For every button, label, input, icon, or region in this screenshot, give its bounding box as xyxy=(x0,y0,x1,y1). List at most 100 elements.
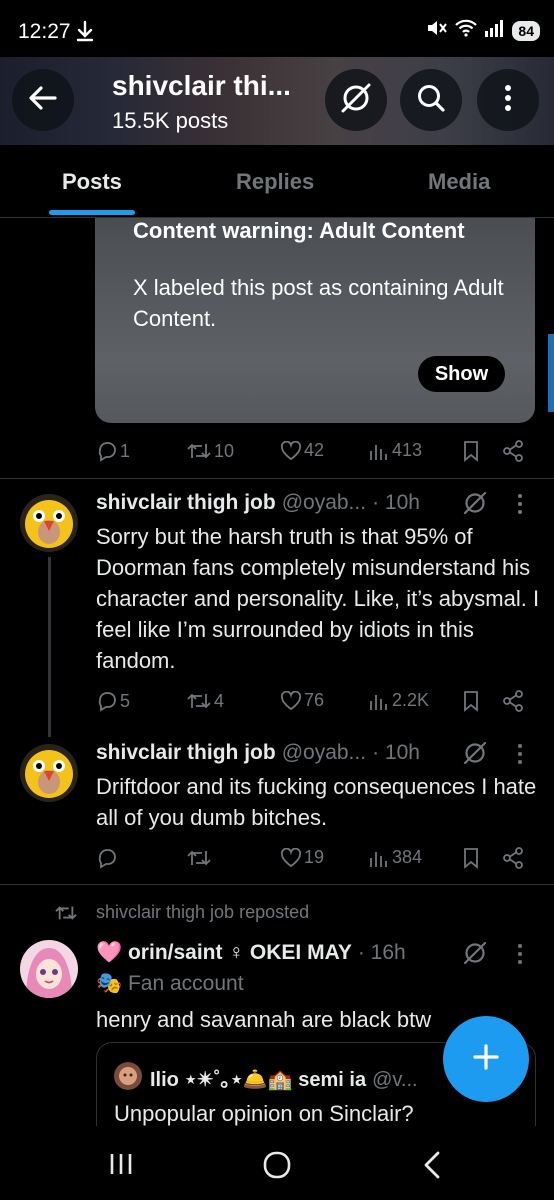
share-icon xyxy=(502,847,524,873)
fan-account-badge: 🎭 Fan account xyxy=(96,972,244,995)
reply-button[interactable] xyxy=(96,847,118,869)
repost-button[interactable] xyxy=(186,847,212,869)
repost-indicator-icon xyxy=(54,903,78,928)
battery-badge: 84 xyxy=(512,20,540,41)
back-button[interactable] xyxy=(12,69,74,131)
wifi-icon xyxy=(454,18,478,43)
vertical-dots-icon xyxy=(504,84,512,117)
active-tab-indicator xyxy=(49,210,135,215)
share-icon xyxy=(502,690,524,716)
bookmark-button[interactable] xyxy=(462,440,480,467)
grok-icon[interactable] xyxy=(462,940,488,971)
views-count: 384 xyxy=(392,847,423,867)
share-button[interactable] xyxy=(502,690,524,717)
bookmark-button[interactable] xyxy=(462,847,480,874)
search-button[interactable] xyxy=(400,69,462,131)
status-bar: 12:27 84 xyxy=(0,0,554,60)
plus-icon xyxy=(471,1042,501,1077)
repost-icon xyxy=(186,690,212,712)
scroll-indicator[interactable] xyxy=(548,334,554,412)
post-count: 15.5K posts xyxy=(112,108,229,133)
status-time: 12:27 xyxy=(18,20,71,43)
tab-posts[interactable]: Posts xyxy=(62,169,122,195)
repost-button[interactable]: 10 xyxy=(186,440,234,462)
share-button[interactable] xyxy=(502,440,524,467)
quote-text: Unpopular opinion on Sinclair? xyxy=(114,1101,414,1126)
post-text: Sorry but the harsh truth is that 95% of… xyxy=(96,524,540,673)
compose-button[interactable] xyxy=(443,1016,529,1102)
back-arrow-icon xyxy=(28,85,58,116)
bookmark-icon xyxy=(462,441,480,466)
post-time: · 10h xyxy=(372,741,420,764)
avatar[interactable] xyxy=(20,494,78,552)
nav-back-icon[interactable] xyxy=(422,1150,442,1185)
mute-icon xyxy=(426,18,448,43)
post-text: Driftdoor and its fucking consequences I… xyxy=(96,774,537,830)
views-button[interactable]: 413 xyxy=(368,440,422,461)
home-icon[interactable] xyxy=(262,1150,292,1185)
repost-button[interactable]: 4 xyxy=(186,690,224,712)
content-warning-title: Content warning: Adult Content xyxy=(133,218,465,243)
post-more-icon[interactable] xyxy=(517,493,523,520)
system-icons: 84 xyxy=(426,18,540,43)
repost-count: 4 xyxy=(214,690,225,711)
repost-icon xyxy=(186,440,212,462)
reply-count: 1 xyxy=(120,440,131,461)
download-arrow-icon xyxy=(76,20,94,48)
grok-icon[interactable] xyxy=(462,490,488,521)
heart-icon xyxy=(280,847,302,868)
views-count: 2.2K xyxy=(392,690,430,710)
post-time: · 10h xyxy=(372,491,420,514)
grok-icon xyxy=(339,81,373,120)
reply-icon xyxy=(96,440,118,462)
more-options-button[interactable] xyxy=(477,69,539,131)
tab-replies[interactable]: Replies xyxy=(236,169,314,195)
views-button[interactable]: 384 xyxy=(368,847,422,868)
bookmark-button[interactable] xyxy=(462,690,480,717)
avatar[interactable] xyxy=(20,940,78,998)
author-name[interactable]: shivclair thigh job xyxy=(96,741,276,765)
post-meta: shivclair thigh job @oyab... · 10h xyxy=(96,491,420,515)
recents-icon[interactable] xyxy=(108,1151,134,1182)
bookmark-icon xyxy=(462,848,480,873)
system-navigation-bar xyxy=(0,1126,554,1200)
profile-name: shivclair thi... xyxy=(112,70,291,101)
like-button[interactable]: 76 xyxy=(280,690,324,711)
views-button[interactable]: 2.2K xyxy=(368,690,429,711)
share-icon xyxy=(502,440,524,466)
views-icon xyxy=(368,441,390,461)
avatar[interactable] xyxy=(20,744,78,802)
author-handle[interactable]: @oyab... xyxy=(282,491,366,515)
quote-avatar xyxy=(114,1062,142,1090)
like-count: 42 xyxy=(304,440,325,460)
heart-icon xyxy=(280,440,302,461)
heart-icon xyxy=(280,690,302,711)
author-handle[interactable]: @oyab... xyxy=(282,741,366,765)
views-icon xyxy=(368,848,390,868)
quote-author-handle: @v... xyxy=(372,1069,418,1091)
author-name[interactable]: shivclair thigh job xyxy=(96,491,276,515)
search-icon xyxy=(416,83,446,118)
show-content-button[interactable]: Show xyxy=(418,356,505,392)
profile-tabs: Posts Replies Media xyxy=(0,145,554,218)
post-more-icon[interactable] xyxy=(517,943,523,970)
like-button[interactable]: 19 xyxy=(280,847,324,868)
share-button[interactable] xyxy=(502,847,524,874)
grok-icon[interactable] xyxy=(462,740,488,771)
post-meta: shivclair thigh job @oyab... · 10h xyxy=(96,741,420,765)
repost-icon xyxy=(186,847,212,869)
grok-button[interactable] xyxy=(325,69,387,131)
reply-button[interactable]: 1 xyxy=(96,440,130,462)
like-button[interactable]: 42 xyxy=(280,440,324,461)
reply-button[interactable]: 5 xyxy=(96,690,130,712)
author-name[interactable]: 🩷 orin/saint ♀ OKEI MAY xyxy=(96,941,352,965)
repost-label[interactable]: shivclair thigh job reposted xyxy=(96,902,309,923)
reply-icon xyxy=(96,690,118,712)
tab-media[interactable]: Media xyxy=(428,169,490,195)
content-warning-body: X labeled this post as containing Adult … xyxy=(133,275,504,331)
like-count: 19 xyxy=(304,847,325,867)
post-meta: 🩷 orin/saint ♀ OKEI MAY · 16h xyxy=(96,941,406,965)
repost-count: 10 xyxy=(214,440,235,461)
post-more-icon[interactable] xyxy=(517,743,523,770)
quote-meta: Ilio ⋆✴︎˚｡⋆🛎️🏫 semi ia @v... xyxy=(150,1063,418,1092)
